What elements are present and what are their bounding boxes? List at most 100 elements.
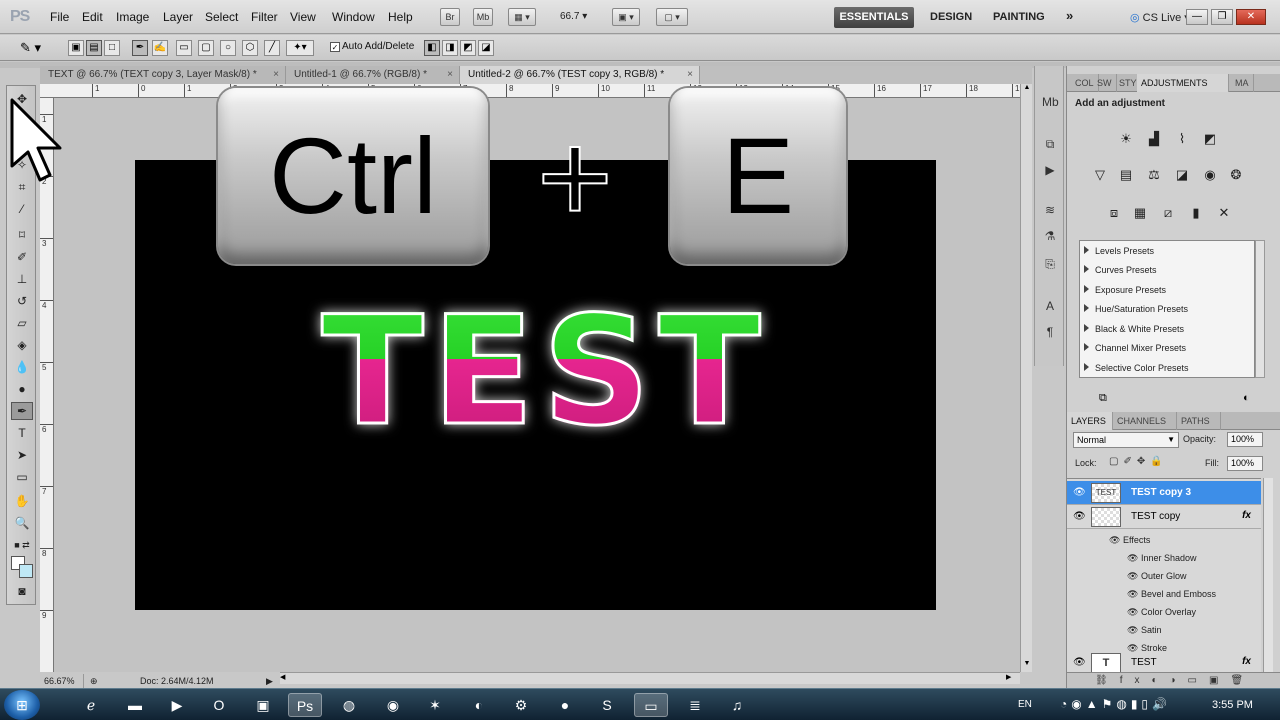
system-tray-icons[interactable]: ◔◉▲⚑◍▮▯🔊 [1060,697,1171,711]
actions-panel-icon[interactable]: ▶ [1042,162,1058,178]
start-button-icon[interactable]: ⊞ [4,690,40,720]
tab-paths[interactable]: PATHS [1177,412,1221,430]
doc-tab-text[interactable]: TEXT @ 66.7% (TEXT copy 3, Layer Mask/8)… [40,66,286,84]
layers-scrollbar[interactable] [1263,478,1273,674]
path-select-icon[interactable]: ➤ [11,446,33,464]
dodge-tool-icon[interactable]: ● [11,380,33,398]
hue-saturation-icon[interactable]: ▤ [1117,166,1135,184]
layers-panel-footer[interactable]: ⛓fx◐◑▭▣🗑 [1067,672,1280,688]
eraser-tool-icon[interactable]: ▱ [11,314,33,332]
scroll-up-icon[interactable]: ▲ [1022,84,1032,94]
levels-icon[interactable]: ▟ [1145,130,1163,148]
status-info-icon[interactable]: ⊕ [90,674,98,688]
gradient-map-icon[interactable]: ▮ [1187,204,1205,222]
eyedropper-tool-icon[interactable]: ⁄ [11,200,33,218]
taskbar-clock[interactable]: 3:55 PM [1212,699,1253,711]
paint-bucket-icon[interactable]: ◈ [11,336,33,354]
pen-tool-icon[interactable]: ✒ [11,402,33,420]
preset-selective-color[interactable]: Selective Color Presets [1084,359,1189,377]
app-window-icon[interactable]: ▣ [246,693,280,717]
hand-tool-icon[interactable]: ✋ [11,492,33,510]
menu-file[interactable]: File [50,10,69,24]
preset-hue-saturation[interactable]: Hue/Saturation Presets [1084,300,1188,318]
shape-layers-icon[interactable]: ▣ [68,40,84,56]
notepad-icon[interactable]: ≣ [678,693,712,717]
layer-name[interactable]: TEST [1131,657,1157,668]
horizontal-scrollbar[interactable]: ◀ ▶ [280,672,1020,684]
arrange-documents-button[interactable]: ▣ ▾ [612,8,640,26]
visibility-eye-icon[interactable]: 👁 [1127,603,1138,621]
paths-mode-icon[interactable]: ▤ [86,40,102,56]
paragraph-panel-icon[interactable]: ¶ [1042,324,1058,340]
menu-filter[interactable]: Filter [251,10,278,24]
audio-app-icon[interactable]: ♫ [720,693,754,717]
threshold-icon[interactable]: ⧄ [1159,204,1177,222]
scroll-down-icon[interactable]: ▼ [1022,660,1032,670]
scroll-right-icon[interactable]: ▶ [1006,673,1016,683]
ellipse-icon[interactable]: ○ [220,40,236,56]
workspace-design[interactable]: DESIGN [930,11,972,23]
network-icon[interactable]: ✶ [418,693,452,717]
visibility-eye-icon[interactable]: 👁 [1109,531,1120,549]
effect-row-color-overlay[interactable]: 👁 Color Overlay [1067,603,1261,621]
menu-image[interactable]: Image [116,10,149,24]
preset-channel-mixer[interactable]: Channel Mixer Presets [1084,339,1186,357]
fx-icon[interactable]: fx [1242,656,1251,667]
close-button[interactable]: ✕ [1236,9,1266,25]
visibility-eye-icon[interactable]: 👁 [1127,549,1138,567]
visibility-eye-icon[interactable]: 👁 [1127,567,1138,585]
ruler-top[interactable]: 1012345678910111213141516171819 [40,84,1020,98]
cs-live-button[interactable]: ◎ CS Live ▾ [1130,11,1190,24]
media-icon[interactable]: ◐ [462,693,496,717]
menu-layer[interactable]: Layer [163,10,193,24]
preset-curves[interactable]: Curves Presets [1084,261,1157,279]
color-balance-icon[interactable]: ⚖ [1145,166,1163,184]
tab-adjustments[interactable]: ADJUSTMENTS [1137,74,1229,92]
posterize-icon[interactable]: ▦ [1131,204,1149,222]
bridge-button[interactable]: Br [440,8,460,26]
menu-select[interactable]: Select [205,10,238,24]
stamp-tool-icon[interactable]: ⊥ [11,270,33,288]
custom-shape-icon[interactable]: ✦▾ [286,40,314,56]
path-add-icon[interactable]: ◧ [424,40,440,56]
vertical-scrollbar[interactable]: ▲ ▼ [1020,84,1032,672]
shape-tool-icon[interactable]: ▭ [11,468,33,486]
line-icon[interactable]: ╱ [264,40,280,56]
character-panel-icon[interactable]: A [1042,298,1058,314]
tab-masks[interactable]: MA [1231,74,1254,92]
auto-add-delete-checkbox[interactable]: ✓ Auto Add/Delete [330,41,414,52]
visibility-eye-icon[interactable]: 👁 [1127,585,1138,603]
zoom-level[interactable]: 66.7 ▾ [560,11,587,22]
exposure-icon[interactable]: ◩ [1201,130,1219,148]
app-icon[interactable]: ● [548,693,582,717]
close-tab-icon[interactable]: × [273,66,279,84]
tool-presets-panel-icon[interactable]: ⎘ [1042,256,1058,272]
zoom-tool-icon[interactable]: 🔍 [11,514,33,532]
fill-field[interactable]: 100% [1227,456,1263,471]
lock-options[interactable]: ▢✐✥🔒 [1109,456,1168,467]
quick-mask-icon[interactable]: ◙ [11,582,33,600]
brushes-panel-icon[interactable]: ≋ [1042,202,1058,218]
explorer-icon[interactable]: ▬ [118,693,152,717]
presets-scrollbar[interactable] [1255,240,1265,378]
recording-app-icon[interactable]: ▭ [634,693,668,717]
menu-window[interactable]: Window [332,10,375,24]
healing-tool-icon[interactable]: ⌑ [11,226,33,244]
type-tool-icon[interactable]: T [11,424,33,442]
freeform-pen-icon[interactable]: ✍ [152,40,168,56]
background-color-swatch[interactable] [19,564,33,578]
black-white-icon[interactable]: ◪ [1173,166,1191,184]
effect-row-satin[interactable]: 👁 Satin [1067,621,1261,639]
curves-icon[interactable]: ⌇ [1173,130,1191,148]
photoshop-taskbar-icon[interactable]: Ps [288,693,322,717]
tab-layers[interactable]: LAYERS [1067,412,1113,430]
screen-mode-button[interactable]: ▢ ▾ [656,8,688,26]
photo-filter-icon[interactable]: ◉ [1201,166,1219,184]
polygon-icon[interactable]: ⬡ [242,40,258,56]
skype-icon[interactable]: S [590,693,624,717]
visibility-eye-icon[interactable]: 👁 [1127,621,1138,639]
ie-icon[interactable]: ℯ [74,693,108,717]
clip-to-layer-icon[interactable]: ⧉ [1099,392,1107,405]
fill-pixels-icon[interactable]: □ [104,40,120,56]
preset-black-white[interactable]: Black & White Presets [1084,320,1184,338]
